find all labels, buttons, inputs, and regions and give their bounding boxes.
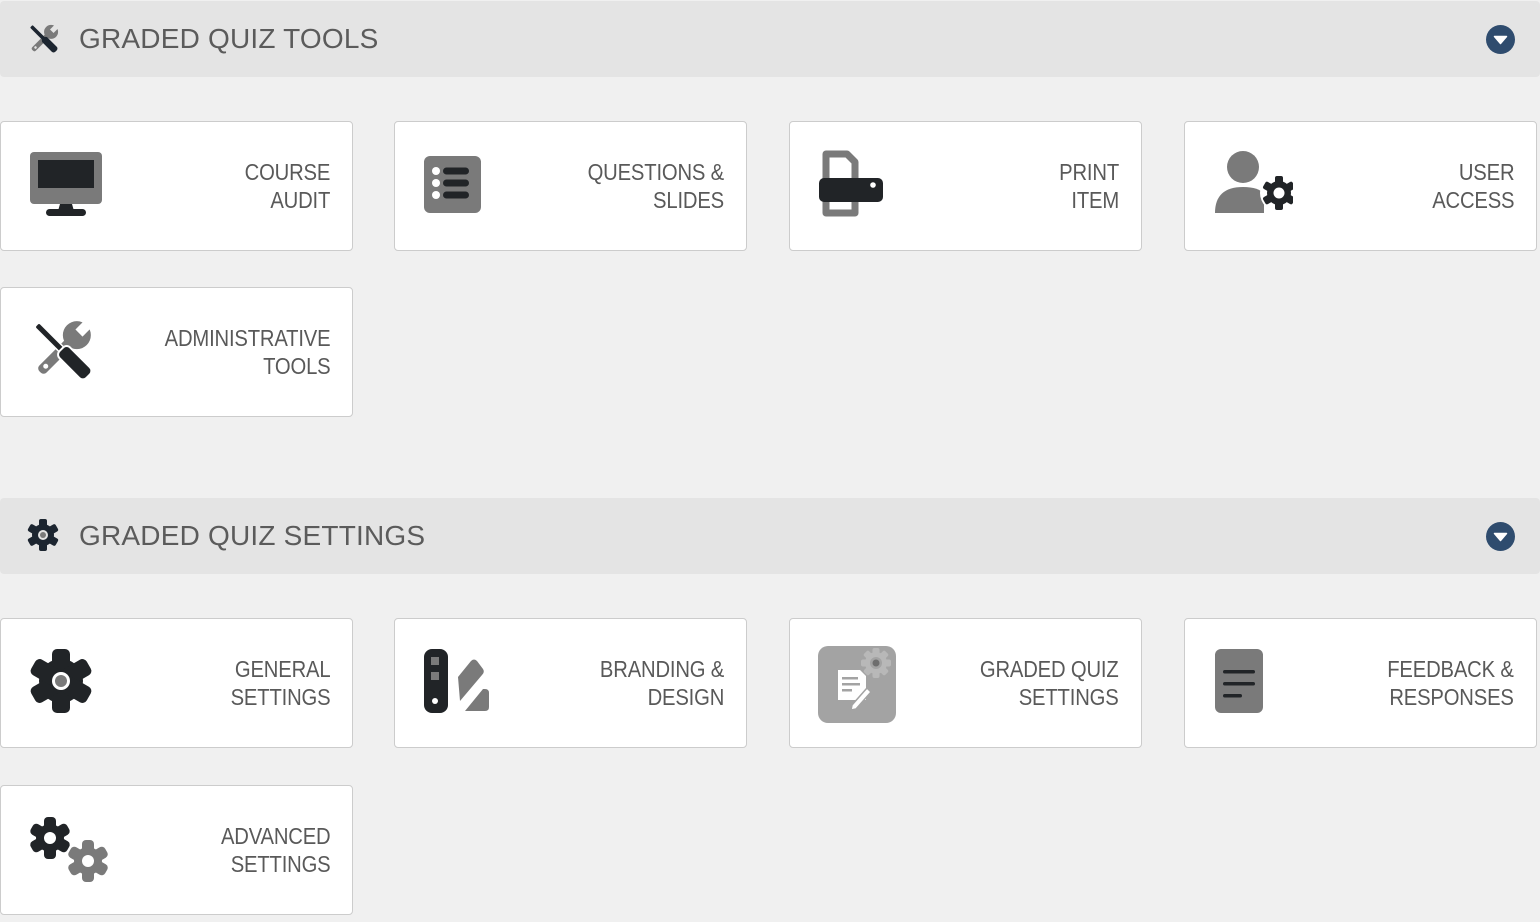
card-print-item[interactable]: PRINT ITEM [789,121,1142,251]
card-label: USER ACCESS [1431,158,1514,214]
tools-icon [26,21,62,57]
card-label: FEEDBACK & RESPONSES [1387,655,1515,711]
gear-icon [25,644,109,724]
quiz-settings-icon [814,644,898,724]
section-header-graded-quiz-tools: GRADED QUIZ TOOLS [0,1,1540,77]
user-gear-icon [1209,147,1298,227]
gears-icon [25,811,109,891]
section-title: GRADED QUIZ TOOLS [79,23,379,54]
monitor-icon [25,147,109,227]
card-graded-quiz-settings[interactable]: GRADED QUIZ SETTINGS [789,618,1142,748]
card-label: PRINT ITEM [1059,158,1119,214]
card-feedback-responses[interactable]: FEEDBACK & RESPONSES [1184,618,1537,748]
card-label: ADMINISTRATIVE TOOLS [164,324,330,380]
card-label: ADVANCED SETTINGS [220,822,330,878]
chevron-down-circle-icon [1493,532,1508,542]
card-label: COURSE AUDIT [244,158,330,214]
card-label: BRANDING & DESIGN [599,655,724,711]
section-header-graded-quiz-settings: GRADED QUIZ SETTINGS [0,498,1540,574]
card-label: GENERAL SETTINGS [230,655,330,711]
collapse-toggle-button[interactable] [1486,522,1515,551]
card-general-settings[interactable]: GENERAL SETTINGS [0,618,353,748]
list-icon [419,147,503,227]
card-advanced-settings[interactable]: ADVANCED SETTINGS [0,785,353,915]
card-questions-slides[interactable]: QUESTIONS & SLIDES [394,121,747,251]
collapse-toggle-button[interactable] [1486,25,1515,54]
tools-icon [25,313,109,393]
feedback-document-icon [1209,644,1293,724]
gear-icon [26,518,62,554]
card-administrative-tools[interactable]: ADMINISTRATIVE TOOLS [0,287,353,417]
chevron-down-circle-icon [1493,35,1508,45]
card-label: QUESTIONS & SLIDES [587,158,725,214]
card-label: GRADED QUIZ SETTINGS [980,655,1119,711]
card-branding-design[interactable]: BRANDING & DESIGN [394,618,747,748]
printer-icon [814,147,898,227]
card-course-audit[interactable]: COURSE AUDIT [0,121,353,251]
swatchbook-icon [419,644,503,724]
card-user-access[interactable]: USER ACCESS [1184,121,1537,251]
section-title: GRADED QUIZ SETTINGS [79,520,426,551]
